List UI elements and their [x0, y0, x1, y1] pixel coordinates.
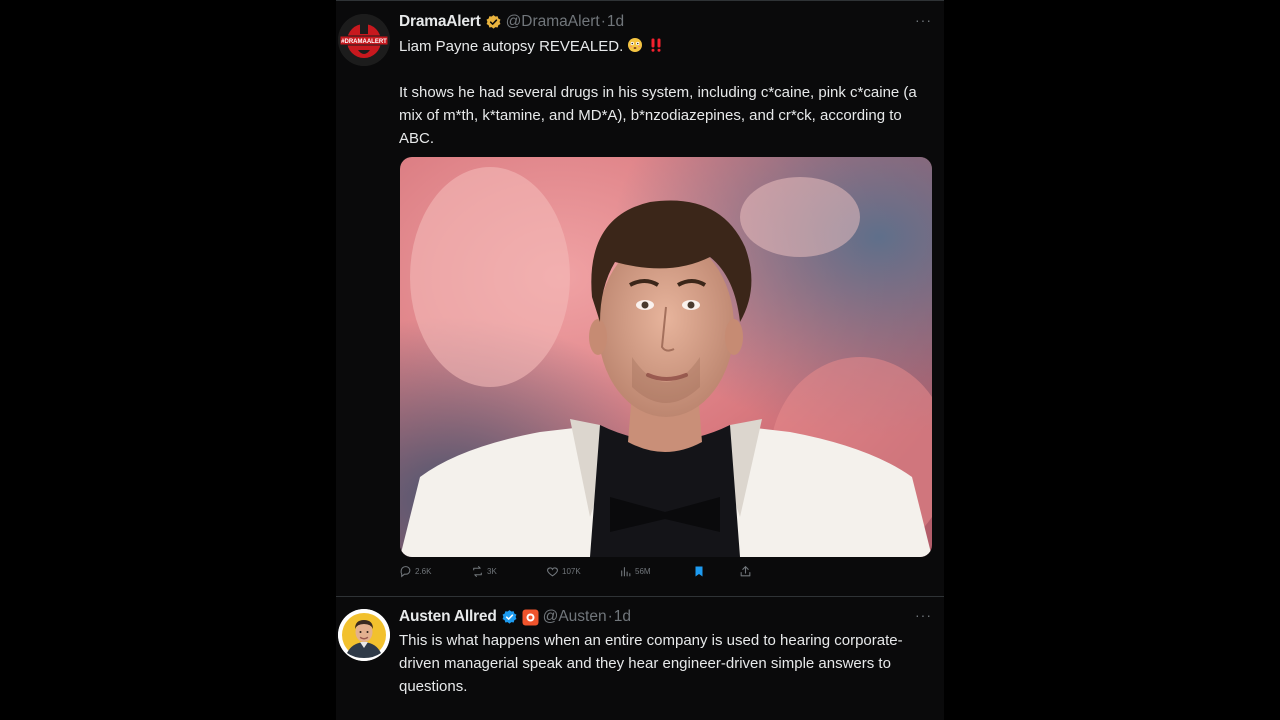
views-icon: [619, 565, 632, 578]
svg-text:#DRAMAALERT: #DRAMAALERT: [341, 39, 387, 45]
tweet-text-line: Liam Payne autopsy REVEALED.: [399, 38, 624, 55]
share-button[interactable]: [739, 565, 752, 578]
tweet-body: This is what happens when an entire comp…: [399, 632, 903, 695]
heart-icon: [546, 565, 559, 578]
more-icon[interactable]: ···: [915, 607, 932, 623]
dramaalert-logo: #DRAMAALERT: [338, 14, 390, 66]
like-button[interactable]: 107K: [546, 565, 581, 578]
repost-count: 3K: [487, 567, 497, 576]
avatar[interactable]: #DRAMAALERT: [338, 14, 390, 66]
display-name[interactable]: Austen Allred: [399, 608, 497, 626]
tweet-actions: 2.6K 3K 107K 56M: [399, 565, 759, 583]
bookmark-button[interactable]: [693, 565, 705, 578]
repost-button[interactable]: 3K: [471, 565, 497, 578]
share-icon: [739, 565, 752, 578]
bookmark-filled-icon: [693, 565, 705, 578]
separator: ·: [600, 13, 606, 30]
views-button[interactable]: 56M: [619, 565, 651, 578]
views-count: 56M: [635, 567, 651, 576]
timestamp[interactable]: 1d: [614, 608, 631, 626]
affiliate-badge-icon: [522, 609, 539, 626]
separator: ·: [607, 608, 613, 625]
tweet-text: Liam Payne autopsy REVEALED.: [399, 35, 939, 60]
double-exclamation-icon: [648, 37, 664, 60]
tweet-header: Austen Allred @Austen · 1d: [399, 607, 631, 627]
tweet-body: It shows he had several drugs in his sys…: [399, 84, 917, 147]
reply-icon: [399, 565, 412, 578]
timestamp[interactable]: 1d: [607, 13, 624, 31]
verified-gold-icon: [485, 14, 502, 31]
handle[interactable]: @DramaAlert: [506, 13, 600, 31]
repost-icon: [471, 565, 484, 578]
profile-photo: [338, 609, 390, 661]
flushed-face-icon: [627, 37, 643, 60]
like-count: 107K: [562, 567, 581, 576]
verified-blue-icon: [501, 609, 518, 626]
display-name[interactable]: DramaAlert: [399, 13, 481, 31]
tweet-photo[interactable]: [400, 157, 932, 557]
avatar[interactable]: [338, 609, 390, 661]
tweet-header: DramaAlert @DramaAlert · 1d: [399, 12, 624, 32]
reply-button[interactable]: 2.6K: [399, 565, 431, 578]
tweet-dramaalert[interactable]: #DRAMAALERT DramaAlert @DramaAlert · 1d …: [336, 0, 944, 596]
tweet-austen-allred[interactable]: Austen Allred @Austen · 1d ··· This is w…: [336, 597, 944, 720]
handle[interactable]: @Austen: [543, 608, 607, 626]
timeline: #DRAMAALERT DramaAlert @DramaAlert · 1d …: [336, 0, 944, 720]
reply-count: 2.6K: [415, 567, 432, 576]
more-icon[interactable]: ···: [915, 12, 932, 28]
portrait-photo: [400, 157, 932, 557]
